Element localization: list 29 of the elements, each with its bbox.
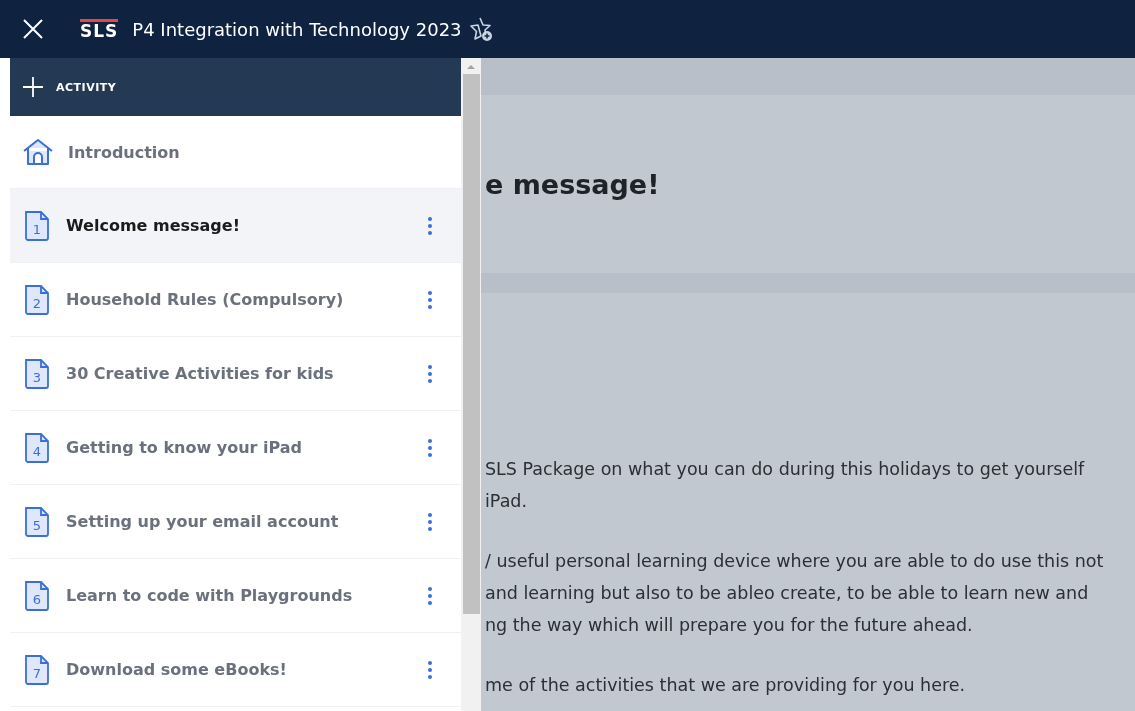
more-options-icon [427, 437, 433, 458]
paragraph-line: ng the way which will prepare you for the future ahead. [485, 614, 974, 637]
plus-icon [22, 76, 44, 98]
course-title: P4 Integration with Technology 2023 [132, 18, 462, 40]
more-options-icon [427, 511, 433, 532]
document-icon: 2 [22, 283, 52, 316]
add-activity-button[interactable]: ACTIVITY [22, 76, 117, 98]
document-icon: 5 [22, 505, 52, 538]
document-icon: 3 [22, 357, 52, 390]
paragraph-line: / useful personal learning device where you are able to do use this not [485, 550, 1105, 573]
paragraph-line: and learning but also to be ableo create, to be able to learn new and [485, 582, 1090, 605]
document-icon: 4 [22, 431, 52, 464]
home-icon [22, 138, 54, 166]
document-icon: 7 [22, 653, 52, 686]
logo: SLS [80, 18, 119, 40]
sidebar-item[interactable]: 1 Welcome message! [10, 189, 461, 263]
more-options-icon [427, 215, 433, 236]
more-options-icon [427, 659, 433, 680]
paragraph-line: iPad. [485, 490, 529, 513]
more-options-icon [427, 585, 433, 606]
favourite-button[interactable] [467, 16, 494, 42]
document-icon: 1 [22, 209, 52, 242]
more-options-icon [427, 289, 433, 310]
activity-heading: e message! [485, 168, 660, 200]
more-options-icon [427, 363, 433, 384]
paragraph-line: me of the activities that we are providing for you here. [485, 674, 967, 697]
paragraph-line: SLS Package on what you can do during this holidays to get yourself [485, 458, 1086, 481]
document-icon: 6 [22, 579, 52, 612]
scrollbar[interactable] [461, 58, 481, 711]
